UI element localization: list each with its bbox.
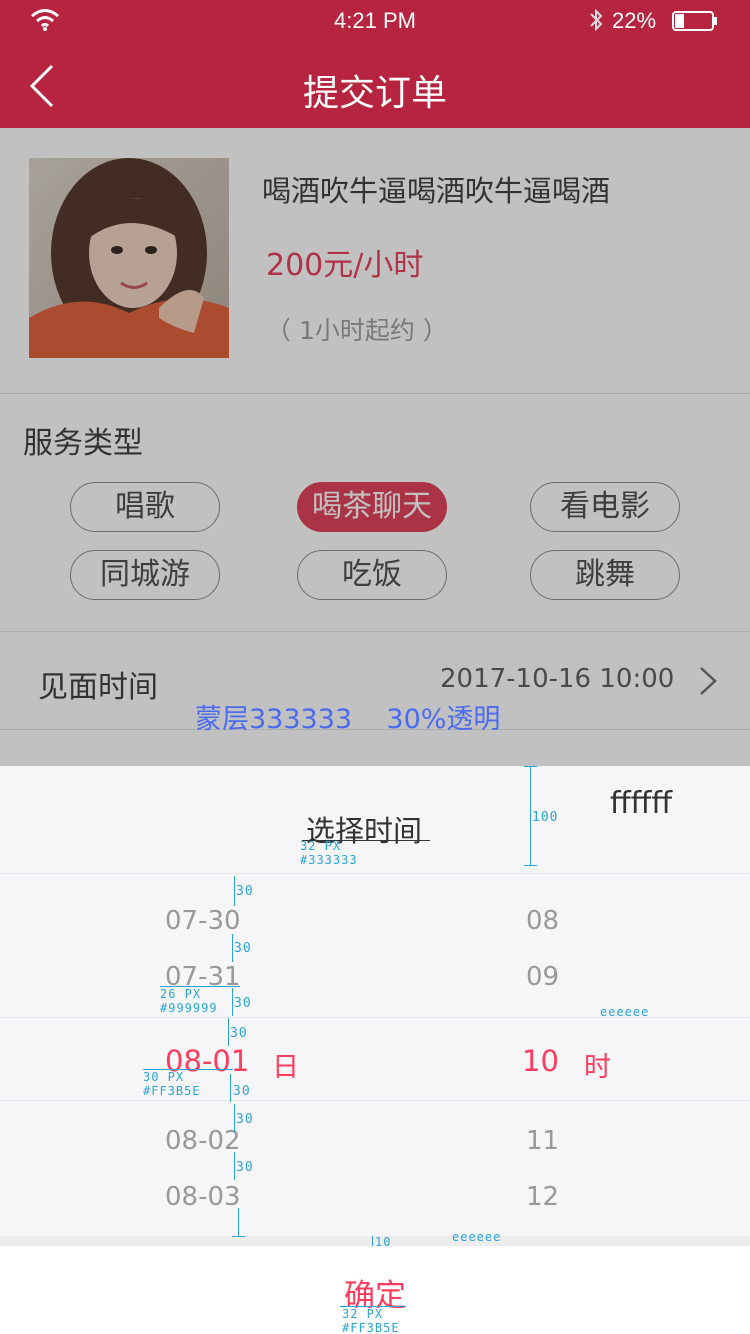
spacing-guide <box>238 1208 239 1236</box>
hour-option[interactable]: 09 <box>526 962 559 992</box>
spacing-guide <box>234 876 235 906</box>
spacing-annotation: 30 <box>236 1160 254 1175</box>
chip-city-tour[interactable]: 同城游 <box>70 550 220 600</box>
meet-time-value: 2017-10-16 10:00 <box>440 664 675 694</box>
item-color-annotation: #999999 <box>160 1001 218 1015</box>
gap-color-annotation: eeeeee <box>452 1230 502 1244</box>
title-size-annotation: 32 PX <box>300 839 342 853</box>
hour-unit-label: 时 <box>584 1052 611 1083</box>
day-unit-label: 日 <box>272 1052 299 1083</box>
date-option[interactable]: 08-02 <box>165 1126 241 1156</box>
spacing-annotation: 30 <box>230 1026 248 1041</box>
item-size-annotation: 26 PX <box>160 987 202 1001</box>
hour-option-selected[interactable]: 10 <box>522 1044 559 1078</box>
confirm-size-annotation: 32 PX <box>342 1307 384 1321</box>
gap-guide <box>372 1236 373 1246</box>
nav-bar: 提交订单 <box>0 40 750 128</box>
spacing-annotation: 30 <box>234 941 252 956</box>
selected-color-annotation: #FF3B5E <box>143 1084 201 1098</box>
product-min-order: （ 1小时起约 ） <box>266 316 448 345</box>
spacing-guide <box>228 1018 229 1046</box>
spacing-guide <box>234 1152 235 1180</box>
hour-option[interactable]: 08 <box>526 906 559 936</box>
gap-height-annotation: 10 <box>375 1235 392 1249</box>
spacing-annotation: 30 <box>233 1084 251 1099</box>
guide-tick <box>524 865 537 866</box>
meet-time-label: 见面时间 <box>38 670 158 705</box>
spacing-annotation: 30 <box>234 996 252 1011</box>
chip-sing[interactable]: 唱歌 <box>70 482 220 532</box>
guide-tick <box>232 1236 245 1237</box>
battery-icon <box>672 11 717 31</box>
hour-option[interactable]: 11 <box>526 1126 559 1156</box>
bg-color-annotation: ffffff <box>610 786 673 821</box>
bluetooth-icon <box>590 8 603 32</box>
header-height-annotation: 100 <box>532 810 559 825</box>
battery-percent: 22% <box>612 8 657 33</box>
product-name: 喝酒吹牛逼喝酒吹牛逼喝酒 <box>262 174 611 208</box>
spacing-guide <box>232 934 233 962</box>
status-bar: 4:21 PM 22% <box>0 0 750 40</box>
spacing-guide <box>232 988 233 1016</box>
spacing-guide <box>230 1074 231 1102</box>
divider-color-annotation: eeeeee <box>600 1005 650 1019</box>
product-avatar <box>29 158 229 358</box>
guide-tick <box>524 766 537 767</box>
spacing-guide <box>234 1104 235 1132</box>
chip-dinner[interactable]: 吃饭 <box>297 550 447 600</box>
chip-dance[interactable]: 跳舞 <box>530 550 680 600</box>
picker-selection-band <box>0 1017 750 1101</box>
product-price: 200元/小时 <box>266 248 424 283</box>
hour-option[interactable]: 12 <box>526 1182 559 1212</box>
picker-header: 选择时间 ffffff <box>0 766 750 874</box>
title-color-annotation: #333333 <box>300 853 358 867</box>
spacing-annotation: 30 <box>236 884 254 899</box>
page-title: 提交订单 <box>302 73 447 114</box>
spacing-annotation: 30 <box>236 1112 254 1127</box>
chip-tea-chat[interactable]: 喝茶聊天 <box>297 482 447 532</box>
service-type-section: 服务类型 唱歌 喝茶聊天 看电影 同城游 吃饭 跳舞 <box>0 394 750 632</box>
service-type-label: 服务类型 <box>23 426 143 461</box>
overlay-annotation: 蒙层333333 30%透明 <box>195 704 501 735</box>
order-content: 喝酒吹牛逼喝酒吹牛逼喝酒 200元/小时 （ 1小时起约 ） 服务类型 唱歌 喝… <box>0 128 750 766</box>
picker-wheels[interactable]: 07-30 07-31 08-01 08-02 08-03 日 08 09 10… <box>0 874 750 1236</box>
height-guide <box>530 766 531 866</box>
date-option[interactable]: 08-03 <box>165 1182 241 1212</box>
chip-movie[interactable]: 看电影 <box>530 482 680 532</box>
confirm-color-annotation: #FF3B5E <box>342 1321 400 1334</box>
chevron-right-icon <box>700 667 717 695</box>
product-card: 喝酒吹牛逼喝酒吹牛逼喝酒 200元/小时 （ 1小时起约 ） <box>0 128 750 394</box>
selected-size-annotation: 30 PX <box>143 1070 185 1084</box>
date-option[interactable]: 07-30 <box>165 906 241 936</box>
